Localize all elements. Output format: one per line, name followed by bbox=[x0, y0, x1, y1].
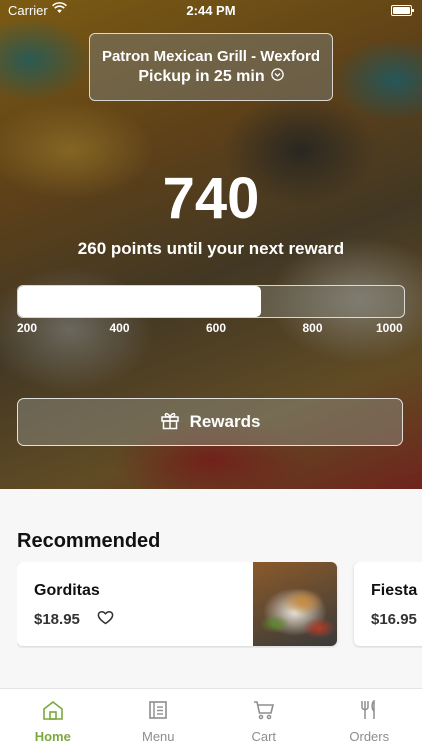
restaurant-name: Patron Mexican Grill - Wexford bbox=[90, 48, 332, 65]
pickup-time: Pickup in 25 min bbox=[90, 68, 332, 86]
tab-label: Cart bbox=[251, 729, 276, 744]
tab-label: Home bbox=[35, 729, 71, 744]
cart-icon bbox=[253, 700, 275, 725]
item-price: $18.95 bbox=[34, 611, 80, 628]
tab-home[interactable]: Home bbox=[0, 689, 106, 751]
recommended-item-card[interactable]: Fiesta $16.95 bbox=[354, 562, 422, 646]
item-name: Gorditas bbox=[34, 582, 100, 600]
rewards-button-label: Rewards bbox=[190, 412, 261, 432]
tab-label: Orders bbox=[349, 729, 389, 744]
home-icon bbox=[42, 700, 64, 725]
progress-tick-label: 400 bbox=[110, 321, 130, 335]
progress-tick-label: 1000 bbox=[376, 321, 403, 335]
item-photo bbox=[253, 562, 337, 646]
points-until-reward: 260 points until your next reward bbox=[0, 239, 422, 259]
progress-tick-label: 800 bbox=[303, 321, 323, 335]
progress-tick-label: 200 bbox=[17, 321, 37, 335]
rewards-progress-bar bbox=[17, 285, 405, 318]
rewards-button[interactable]: Rewards bbox=[17, 398, 403, 446]
points-balance: 740 bbox=[0, 164, 422, 234]
battery-icon bbox=[391, 5, 412, 16]
item-price: $16.95 bbox=[371, 611, 417, 628]
progress-ticks: 200 400 600 800 1000 bbox=[0, 321, 422, 337]
tab-orders[interactable]: Orders bbox=[317, 689, 422, 751]
tab-menu[interactable]: Menu bbox=[106, 689, 212, 751]
progress-tick-label: 600 bbox=[206, 321, 226, 335]
clock: 2:44 PM bbox=[0, 3, 422, 18]
recommended-heading: Recommended bbox=[17, 530, 160, 553]
tab-bar: Home Menu Cart Orders bbox=[0, 688, 422, 751]
tab-label: Menu bbox=[142, 729, 175, 744]
pickup-label: Pickup in 25 min bbox=[138, 68, 264, 86]
item-name: Fiesta bbox=[371, 582, 417, 600]
recommended-item-card[interactable]: Gorditas $18.95 bbox=[17, 562, 337, 646]
heart-icon[interactable] bbox=[97, 610, 114, 630]
menu-icon bbox=[148, 700, 168, 725]
chevron-down-circle-icon bbox=[271, 68, 284, 86]
status-bar: Carrier 2:44 PM bbox=[0, 0, 422, 22]
gift-icon bbox=[160, 410, 180, 435]
rewards-progress-fill bbox=[18, 286, 261, 317]
location-selector[interactable]: Patron Mexican Grill - Wexford Pickup in… bbox=[89, 33, 333, 101]
tab-cart[interactable]: Cart bbox=[211, 689, 317, 751]
recommended-carousel[interactable]: Gorditas $18.95 Fiesta $16.95 bbox=[17, 562, 422, 648]
fork-knife-icon bbox=[359, 700, 379, 725]
